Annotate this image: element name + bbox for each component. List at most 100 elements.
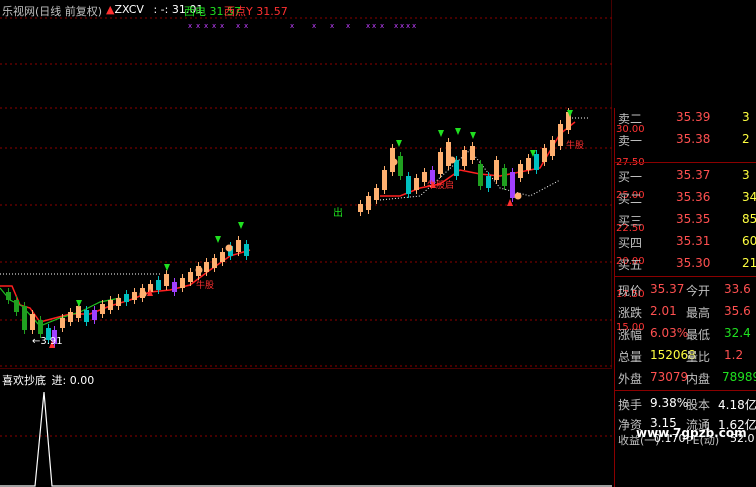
bid-row: 买三 35.35 85 bbox=[618, 212, 756, 228]
candle-body bbox=[132, 292, 137, 300]
bid-row: 买五 35.30 210 bbox=[618, 256, 756, 272]
candle-body bbox=[124, 294, 129, 302]
x-marker: x bbox=[372, 22, 376, 30]
candle-body bbox=[502, 168, 507, 186]
buy-arrow-icon bbox=[238, 222, 244, 229]
info-row: 换手 9.38% 股本 4.18亿 bbox=[618, 396, 756, 412]
coin-icon bbox=[195, 266, 203, 274]
buy-arrow-icon bbox=[76, 300, 82, 307]
coin-icon bbox=[390, 158, 398, 166]
candle-body bbox=[6, 292, 11, 300]
buy-signal-arrows bbox=[49, 110, 573, 348]
candle-body bbox=[188, 272, 193, 282]
candle-body bbox=[374, 188, 379, 200]
stat-row: 涨跌 2.01 最高 35.6 bbox=[618, 304, 751, 320]
candle-body bbox=[180, 278, 185, 288]
x-marker: x bbox=[330, 22, 334, 30]
x-marker: x bbox=[196, 22, 200, 30]
x-marker: x bbox=[406, 22, 410, 30]
candle-body bbox=[116, 298, 121, 306]
buy-arrow-icon bbox=[164, 264, 170, 271]
candle-body bbox=[470, 146, 475, 160]
candle-body bbox=[558, 124, 563, 146]
red-tag: 牛股 bbox=[566, 141, 585, 151]
candle-body bbox=[30, 314, 35, 330]
candle-body bbox=[244, 244, 249, 256]
candle-body bbox=[550, 140, 555, 156]
buy-arrow-icon bbox=[455, 128, 461, 135]
candle-body bbox=[156, 280, 161, 290]
candle-body bbox=[366, 196, 371, 210]
x-marker: x bbox=[412, 22, 416, 30]
candle-body bbox=[414, 178, 419, 190]
watermark: www.7gpzb.com bbox=[636, 426, 747, 440]
candle-body bbox=[236, 240, 241, 252]
candle-body bbox=[172, 282, 177, 292]
candle-body bbox=[534, 154, 539, 170]
buy-arrow-icon bbox=[396, 140, 402, 147]
stat-row: 外盘 73079 内盘 78989 bbox=[618, 370, 756, 386]
bid-row: 买四 35.31 60 bbox=[618, 234, 756, 250]
red-tag: 牛股启 bbox=[427, 181, 455, 191]
candle-body bbox=[14, 300, 19, 312]
candle-body bbox=[76, 306, 81, 318]
candle-body bbox=[542, 148, 547, 162]
ask-row: 卖二 35.39 3 bbox=[618, 110, 750, 126]
candle-body bbox=[382, 170, 387, 190]
candle-body bbox=[478, 164, 483, 186]
buy-arrow-icon bbox=[215, 236, 221, 243]
buy-arrow-icon bbox=[470, 132, 476, 139]
stat-row: 总量 152068 量比 1.2 bbox=[618, 348, 744, 364]
candle-body bbox=[518, 164, 523, 178]
candle-body bbox=[526, 158, 531, 170]
candle-body bbox=[68, 312, 73, 322]
buy-arrow-icon bbox=[438, 130, 444, 137]
candle-body bbox=[204, 262, 209, 272]
candle-body bbox=[398, 156, 403, 176]
bid-row: 买一 35.37 3 bbox=[618, 168, 750, 184]
x-marker: x bbox=[290, 22, 294, 30]
red-tag: 牛股 bbox=[196, 281, 215, 291]
candle-body bbox=[84, 310, 89, 322]
candlestick-chart[interactable]: xxxxxxxxxxxxxxxxxx bbox=[0, 0, 612, 368]
candle-body bbox=[22, 306, 27, 330]
candle-body bbox=[212, 258, 217, 268]
x-marker: x bbox=[394, 22, 398, 30]
coin-icon bbox=[139, 290, 147, 298]
x-marker: x bbox=[188, 22, 192, 30]
x-marker: x bbox=[366, 22, 370, 30]
min-price-label: ←3.91 bbox=[32, 336, 63, 347]
candle-body bbox=[510, 172, 515, 198]
support-resistance-lines bbox=[0, 117, 590, 327]
x-marker: x bbox=[380, 22, 384, 30]
x-marker: x bbox=[400, 22, 404, 30]
x-marker: x bbox=[346, 22, 350, 30]
stat-row: 涨幅 6.03% 最低 32.4 bbox=[618, 326, 751, 342]
candle-body bbox=[164, 274, 169, 286]
candle-body bbox=[60, 318, 65, 328]
ask-row: 卖一 35.38 2 bbox=[618, 132, 750, 148]
signal-label: 出 bbox=[333, 208, 343, 219]
candle-body bbox=[38, 320, 43, 334]
coin-icon bbox=[514, 192, 522, 200]
x-marker: x bbox=[220, 22, 224, 30]
candle-body bbox=[486, 176, 491, 188]
candle-body bbox=[406, 176, 411, 194]
x-marker: x bbox=[312, 22, 316, 30]
candle-body bbox=[358, 204, 363, 212]
coin-icon bbox=[225, 244, 233, 252]
x-marker: x bbox=[204, 22, 208, 30]
bid-row: 买二 35.36 34 bbox=[618, 190, 756, 206]
coin-icon bbox=[448, 156, 456, 164]
x-marker: x bbox=[236, 22, 240, 30]
candle-body bbox=[462, 150, 467, 166]
indicator-subchart[interactable] bbox=[0, 368, 612, 487]
x-marker: x bbox=[212, 22, 216, 30]
stat-row: 现价 35.37 今开 33.6 bbox=[618, 282, 751, 298]
candle-body bbox=[100, 304, 105, 314]
candles bbox=[6, 108, 571, 348]
candle-body bbox=[220, 252, 225, 262]
candle-body bbox=[92, 310, 97, 320]
candle-body bbox=[454, 160, 459, 176]
purple-x-markers: xxxxxxxxxxxxxxxxxx bbox=[188, 22, 416, 30]
